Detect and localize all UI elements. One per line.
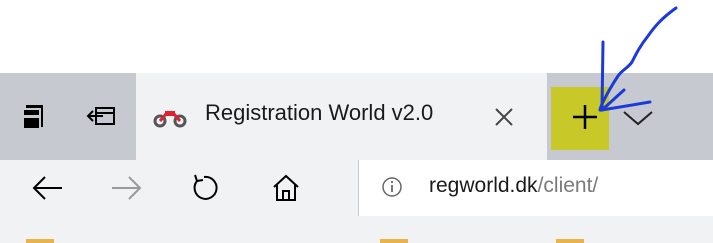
tab-dropdown-button[interactable] [618, 100, 658, 136]
refresh-icon[interactable] [188, 170, 224, 206]
address-bar[interactable]: regworld.dk/client/ [358, 160, 713, 216]
motorcycle-icon [152, 106, 188, 128]
close-icon[interactable] [488, 101, 520, 133]
address-path: /client/ [537, 174, 599, 197]
plus-icon [573, 105, 597, 129]
favorite-item[interactable] [26, 239, 54, 243]
address-url: regworld.dk/client/ [429, 174, 598, 198]
active-tab[interactable]: Registration World v2.0 [136, 73, 547, 160]
info-icon[interactable] [381, 176, 403, 198]
favorite-item[interactable] [556, 239, 584, 243]
tabs-aside-icon[interactable] [20, 99, 48, 133]
tab-title: Registration World v2.0 [205, 100, 434, 125]
chevron-down-icon [623, 111, 653, 126]
home-icon[interactable] [268, 170, 304, 206]
address-host: regworld.dk [429, 174, 538, 197]
back-arrow-icon[interactable] [30, 170, 66, 206]
restore-tabs-icon[interactable] [84, 99, 120, 133]
favorites-bar [0, 216, 713, 243]
forward-arrow-icon[interactable] [108, 170, 144, 206]
favorite-item[interactable] [380, 239, 408, 243]
new-tab-button[interactable] [551, 87, 609, 150]
